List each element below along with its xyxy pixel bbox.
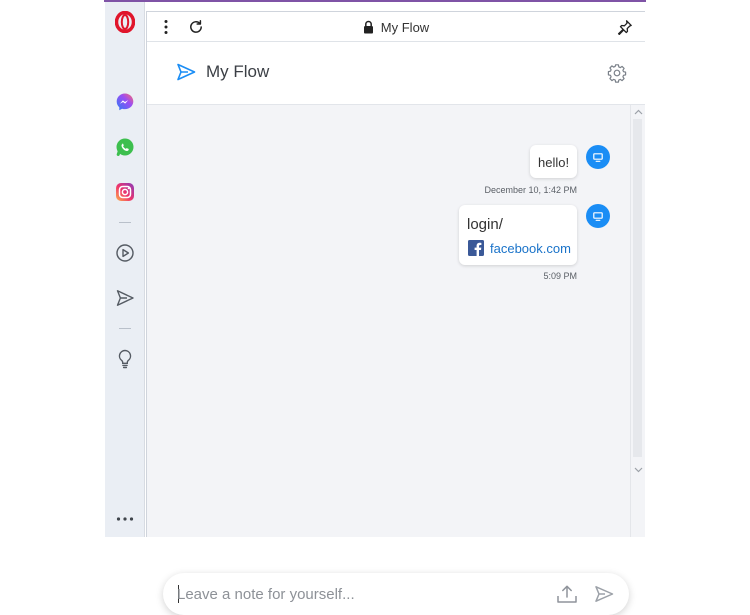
my-flow-button[interactable] (105, 286, 145, 310)
settings-button[interactable] (607, 63, 627, 83)
my-flow-panel: My Flow My Flow hello! December 10, 1:42… (146, 11, 645, 615)
pinboard-button[interactable] (105, 347, 145, 371)
whatsapp-button[interactable] (105, 135, 145, 159)
device-avatar (586, 204, 610, 228)
send-icon (595, 586, 614, 602)
send-icon (116, 290, 134, 306)
more-button[interactable] (105, 510, 145, 528)
more-dots-icon (116, 517, 134, 521)
link-message-bubble[interactable]: login/ facebook.com (459, 205, 577, 265)
instagram-icon (116, 183, 134, 201)
message-timestamp: 5:09 PM (543, 271, 577, 281)
note-composer (163, 573, 629, 615)
window-accent-line (104, 0, 646, 2)
sidebar (105, 2, 145, 537)
opera-o-icon (115, 11, 135, 33)
message-timestamp: December 10, 1:42 PM (484, 185, 577, 195)
scroll-up-icon[interactable] (634, 109, 643, 115)
instagram-button[interactable] (105, 180, 145, 204)
play-circle-icon (116, 244, 134, 262)
note-input[interactable] (177, 573, 537, 615)
desktop-icon (593, 211, 603, 221)
send-note-button[interactable] (594, 585, 614, 603)
panel-toolbar: My Flow (147, 11, 645, 42)
message-scrollbar[interactable] (630, 105, 645, 537)
message-text: hello! (538, 155, 570, 170)
pin-icon (617, 20, 632, 35)
whatsapp-icon (116, 138, 134, 156)
scroll-down-icon[interactable] (634, 467, 643, 473)
pin-button[interactable] (613, 12, 637, 42)
send-icon (177, 63, 196, 81)
messenger-icon (116, 93, 134, 111)
scroll-thumb[interactable] (633, 119, 642, 457)
link-message-title: login/ (467, 216, 503, 233)
facebook-icon (468, 240, 484, 256)
message-bubble[interactable]: hello! (530, 145, 577, 178)
messenger-button[interactable] (105, 90, 145, 114)
upload-icon (557, 585, 577, 603)
device-avatar (586, 145, 610, 169)
upload-button[interactable] (556, 584, 578, 604)
flow-header: My Flow (147, 42, 645, 105)
toolbar-title-group: My Flow (147, 12, 645, 42)
link-preview[interactable]: facebook.com (468, 240, 571, 256)
lightbulb-icon (118, 349, 132, 369)
gear-icon (607, 64, 627, 83)
toolbar-title: My Flow (380, 19, 430, 35)
link-text[interactable]: facebook.com (490, 241, 571, 256)
opera-logo-button[interactable] (105, 10, 145, 34)
player-button[interactable] (105, 241, 145, 265)
lock-icon (363, 20, 373, 34)
sidebar-separator (119, 222, 131, 223)
sidebar-separator (119, 328, 131, 329)
message-list[interactable]: hello! December 10, 1:42 PM login/ faceb… (147, 105, 630, 615)
desktop-icon (593, 152, 603, 162)
page-title: My Flow (206, 62, 270, 81)
